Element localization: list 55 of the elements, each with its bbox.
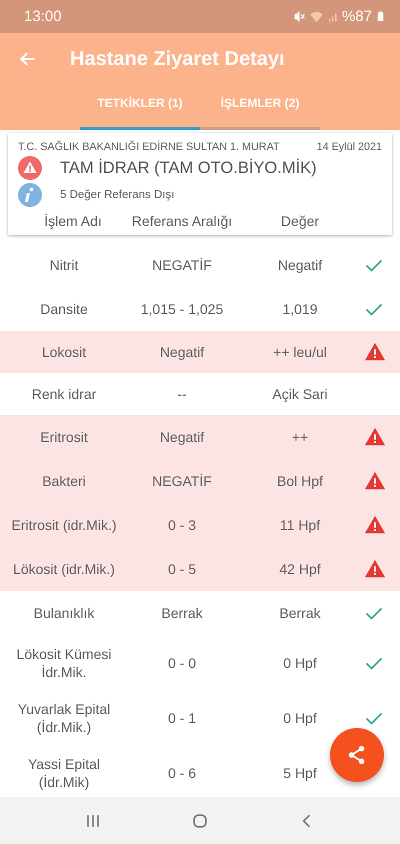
column-header: İşlem Adı	[44, 213, 102, 229]
reference-cell: 0 - 6	[168, 764, 196, 782]
value-cell: Bol Hpf	[277, 472, 323, 490]
value-cell: Açik Sari	[272, 385, 328, 403]
test-name-cell: Lökosit (idr.Mik.)	[13, 560, 115, 578]
test-name-cell-text: Yuvarlak Epital (İdr.Mik.)	[16, 700, 112, 736]
reference-cell: NEGATİF	[152, 256, 212, 274]
mute-icon	[292, 10, 306, 23]
value-cell: 42 Hpf	[279, 560, 321, 578]
share-button[interactable]	[330, 728, 384, 782]
value-cell: 0 Hpf	[283, 708, 317, 726]
test-name-cell: Eritrosit (idr.Mik.)	[12, 516, 116, 534]
test-name-cell: Renk idrar	[32, 385, 96, 403]
institution-name: T.C. SAĞLIK BAKANLIĞI EDİRNE SULTAN 1. MURAT	[18, 141, 280, 153]
reference-cell: 1,015 - 1,025	[140, 300, 224, 318]
value-cell: 11 Hpf	[280, 516, 320, 534]
reference-cell: --	[177, 385, 187, 403]
screen-title: Hastane Ziyaret Detayı	[70, 48, 285, 70]
battery-icon	[375, 10, 386, 23]
reference-cell: 0 - 3	[168, 516, 196, 534]
tab[interactable]: İŞLEMLER (2)	[200, 85, 320, 130]
reference-cell: Negatif	[160, 428, 204, 446]
info-icon	[18, 183, 42, 207]
test-name-cell-text: Lökosit Kümesi İdr.Mik.	[16, 644, 112, 680]
reference-cell: Negatif	[160, 343, 204, 361]
reference-cell: 0 - 0	[168, 654, 196, 672]
value-cell: ++	[292, 428, 308, 446]
out-of-range-note: 5 Değer Referans Dışı	[60, 189, 174, 201]
reference-cell: Berrak	[161, 604, 203, 622]
battery-percent: %87	[342, 8, 372, 25]
value-cell: Negatif	[278, 256, 322, 274]
test-name-cell: Bulanıklık	[34, 604, 94, 622]
test-name-cell: Nitrit	[50, 256, 78, 274]
reference-cell: 0 - 1	[168, 708, 196, 726]
wifi-icon	[308, 9, 324, 24]
column-header: Değer	[280, 213, 320, 229]
value-cell: ++ leu/ul	[273, 343, 327, 361]
test-name-cell: Dansite	[40, 300, 88, 318]
value-cell: Berrak	[279, 604, 321, 622]
warning-icon	[18, 156, 42, 180]
test-name: TAM İDRAR (TAM OTO.BİYO.MİK)	[60, 158, 317, 178]
value-cell: 1,019	[282, 300, 318, 318]
value-cell: 0 Hpf	[283, 654, 317, 672]
test-name-cell-text: Yassi Epital (İdr.Mik)	[26, 754, 102, 790]
visit-date: 14 Eylül 2021	[316, 141, 382, 153]
column-header: Referans Aralığı	[132, 213, 232, 229]
signal-icon	[326, 10, 339, 22]
reference-cell: 0 - 5	[168, 560, 196, 578]
reference-cell: NEGATİF	[152, 472, 212, 490]
value-cell: 5 Hpf	[283, 764, 317, 782]
tab[interactable]: TETKİKLER (1)	[80, 85, 200, 130]
test-name-cell: Eritrosit	[40, 428, 88, 446]
test-name-cell: Bakteri	[42, 472, 86, 490]
test-name-cell: Lokosit	[42, 343, 86, 361]
status-time: 13:00	[24, 8, 63, 25]
